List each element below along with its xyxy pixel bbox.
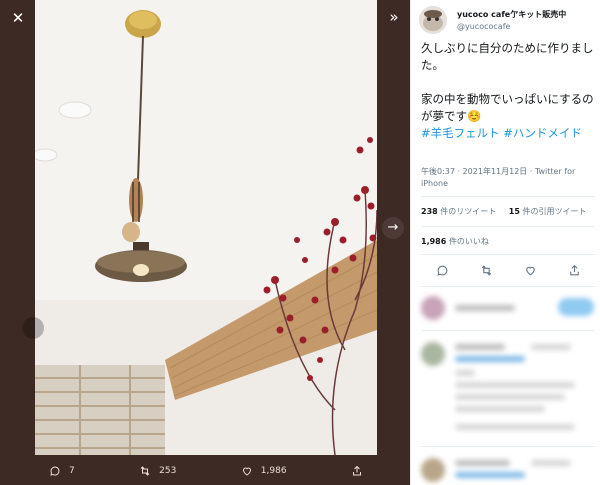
tweet-panel: yucoco cafe亇キット販売中 @yucococafe 久しぶりに自分のた… bbox=[410, 0, 600, 485]
divider bbox=[421, 446, 595, 447]
reply-to bbox=[455, 356, 525, 362]
user-handle[interactable]: @yucococafe bbox=[457, 22, 510, 31]
like-stats[interactable]: 1,986 件のいいね bbox=[421, 236, 489, 247]
tweet-text-line1: 久しぶりに自分のために作りました。 bbox=[421, 41, 594, 72]
tweet-header: yucoco cafe亇キット販売中 @yucococafe bbox=[419, 6, 594, 38]
heart-icon bbox=[242, 467, 251, 476]
display-name[interactable]: yucoco cafe亇キット販売中 bbox=[457, 9, 566, 20]
reply-to bbox=[455, 472, 525, 478]
double-chevron-right-icon[interactable]: » bbox=[384, 7, 404, 27]
reply-text bbox=[455, 394, 565, 400]
likes-num: 1,986 bbox=[421, 237, 447, 246]
retweet-icon[interactable] bbox=[480, 264, 493, 277]
like-action[interactable]: 1,986 bbox=[241, 465, 287, 477]
reply-icon bbox=[50, 466, 60, 476]
reply-text bbox=[455, 382, 575, 388]
retweet-count: 253 bbox=[159, 466, 177, 476]
hashtag-links[interactable]: #羊毛フェルト #ハンドメイド bbox=[421, 125, 596, 142]
avatar bbox=[421, 458, 445, 482]
divider bbox=[421, 286, 595, 287]
media-action-bar: 7 253 1,986 bbox=[35, 460, 377, 482]
pendant-lamp-photo bbox=[35, 0, 377, 455]
likes-label: 件のいいね bbox=[448, 237, 489, 246]
avatar bbox=[421, 342, 445, 366]
avatar-image bbox=[419, 6, 447, 34]
tweet-text-gap bbox=[421, 74, 596, 91]
avatar bbox=[421, 296, 445, 320]
retweets-num: 238 bbox=[421, 207, 438, 216]
divider bbox=[421, 196, 595, 197]
reply-item[interactable] bbox=[421, 340, 596, 440]
quotes-label: 件の引用ツイート bbox=[522, 207, 587, 216]
divider bbox=[421, 330, 595, 331]
retweet-action[interactable]: 253 bbox=[139, 465, 176, 477]
retweet-stats[interactable]: 238 件のリツイート 15 件の引用ツイート bbox=[421, 206, 596, 217]
reply-button[interactable] bbox=[558, 298, 594, 316]
composer-placeholder bbox=[455, 305, 515, 311]
reply-count: 7 bbox=[69, 466, 75, 476]
tweet-text: 久しぶりに自分のために作りました。 家の中を動物でいっぱいにするのが夢です☺️ … bbox=[421, 40, 596, 142]
reply-action[interactable]: 7 bbox=[49, 465, 75, 477]
avatar[interactable] bbox=[419, 6, 447, 34]
retweet-icon bbox=[140, 466, 150, 476]
arrow-right-icon[interactable]: → bbox=[382, 217, 404, 239]
reply-name bbox=[455, 460, 510, 466]
quotes-num: 15 bbox=[508, 207, 520, 216]
reply-actions bbox=[455, 424, 575, 430]
prev-arrow-shadow bbox=[22, 317, 44, 339]
divider bbox=[421, 254, 595, 255]
tweet-action-row bbox=[421, 258, 596, 282]
heart-icon[interactable] bbox=[524, 264, 537, 277]
reply-time bbox=[531, 344, 571, 350]
share-icon[interactable] bbox=[568, 264, 581, 277]
divider bbox=[421, 226, 595, 227]
share-icon bbox=[353, 465, 361, 476]
reply-composer[interactable] bbox=[421, 294, 596, 322]
close-icon[interactable]: ✕ bbox=[8, 8, 28, 28]
tweet-meta[interactable]: 午後0:37 · 2021年11月12日 · Twitter for iPhon… bbox=[421, 166, 593, 190]
reply-time bbox=[531, 460, 571, 466]
like-count: 1,986 bbox=[260, 466, 287, 476]
reply-text bbox=[455, 370, 475, 376]
reply-text bbox=[455, 406, 545, 412]
tweet-text-line2: 家の中を動物でいっぱいにするのが夢です☺️ bbox=[421, 92, 594, 123]
media-viewer: ✕ » → 7 253 1,986 bbox=[0, 0, 410, 485]
tweet-photo bbox=[35, 0, 377, 455]
reply-item[interactable] bbox=[421, 456, 596, 485]
share-action[interactable] bbox=[351, 465, 363, 477]
reply-icon[interactable] bbox=[436, 264, 449, 277]
retweets-label: 件のリツイート bbox=[440, 207, 497, 216]
reply-name bbox=[455, 344, 505, 350]
